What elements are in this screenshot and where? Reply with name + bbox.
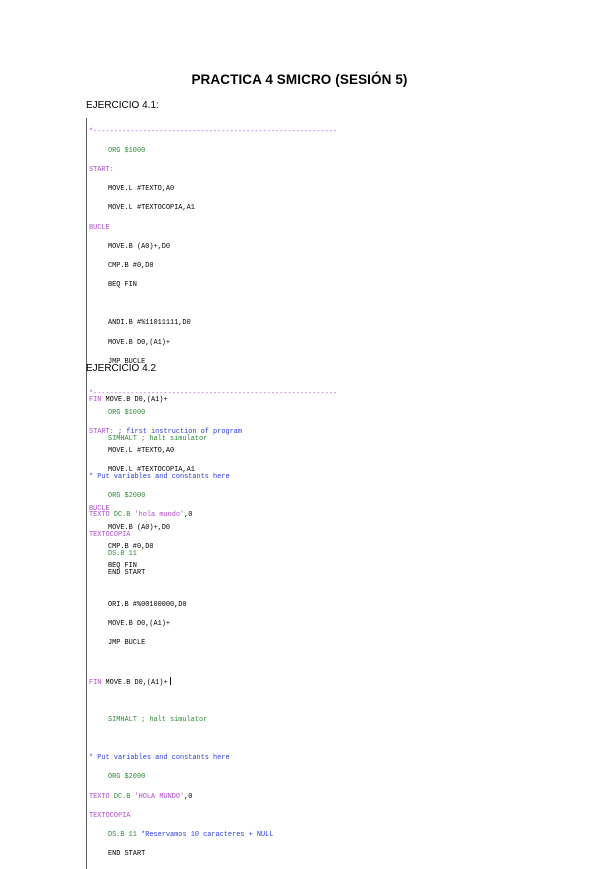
comment-line: * Put variables and constants here <box>89 754 230 763</box>
org-directive: ORG $1000 <box>108 408 146 417</box>
page-title: PRACTICA 4 SMICRO (SESIÓN 5) <box>191 72 408 87</box>
code-line: CMP.B #0,D0 <box>108 261 154 270</box>
code-line: MOVE.L #TEXTOCOPIA,A1 <box>108 204 195 213</box>
textocopia-label: TEXTOCOPIA <box>89 811 131 820</box>
simhalt-line: SIMHALT ; halt simulator <box>108 715 208 724</box>
code-line: JMP BUCLE <box>108 639 146 648</box>
comment-fragment: *Reservamos 10 caracteres + NULL <box>141 830 274 839</box>
dcb-directive: DC.B <box>113 792 131 801</box>
code-line: MOVE.B D0,(A1)+ <box>108 338 171 347</box>
org-directive: ORG $2000 <box>108 773 146 782</box>
org-directive: ORG $1000 <box>108 146 146 155</box>
code-line: MOVE.L #TEXTO,A0 <box>108 447 175 456</box>
text-cursor <box>169 677 171 686</box>
code-line: ANDI.B #%11011111,D0 <box>108 319 191 328</box>
start-label: START: <box>89 427 114 436</box>
code-line: MOVE.L #TEXTOCOPIA,A1 <box>108 466 195 475</box>
exercise-1-heading: EJERCICIO 4.1: <box>86 100 159 111</box>
texto-label: TEXTO <box>89 792 110 801</box>
code-line: MOVE.B (A0)+,D0 <box>108 242 171 251</box>
code-line: BEQ FIN <box>108 562 137 571</box>
exercise-2-heading: EJERCICIO 4.2 <box>86 363 157 374</box>
bucle-label: BUCLE <box>89 504 110 513</box>
code-line: CMP.B #0,D0 <box>108 543 154 552</box>
code-line: MOVE.B D0,(A1)+ <box>108 619 171 628</box>
end-directive: END START <box>108 850 146 859</box>
code-fragment: ,0 <box>184 792 193 801</box>
bucle-label: BUCLE <box>89 223 110 232</box>
code-line: ORI.B #%00100000,D0 <box>108 600 187 609</box>
separator-line: *---------------------------------------… <box>89 389 338 398</box>
start-label: START: <box>89 165 114 174</box>
code-line: MOVE.B (A0)+,D0 <box>108 523 171 532</box>
code-line: MOVE.L #TEXTO,A0 <box>108 185 175 194</box>
dsb-directive: DS.B 11 <box>108 830 137 839</box>
code-line: MOVE.B D0,(A1)+ <box>105 679 168 688</box>
fin-label: FIN <box>89 679 102 688</box>
separator-line: *---------------------------------------… <box>89 127 338 136</box>
exercise-2-code-block: *---------------------------------------… <box>86 380 337 869</box>
comment-fragment: ; first instruction of program <box>117 427 243 436</box>
string-literal: 'HOLA MUNDO' <box>134 792 185 801</box>
code-line: BEQ FIN <box>108 281 137 290</box>
